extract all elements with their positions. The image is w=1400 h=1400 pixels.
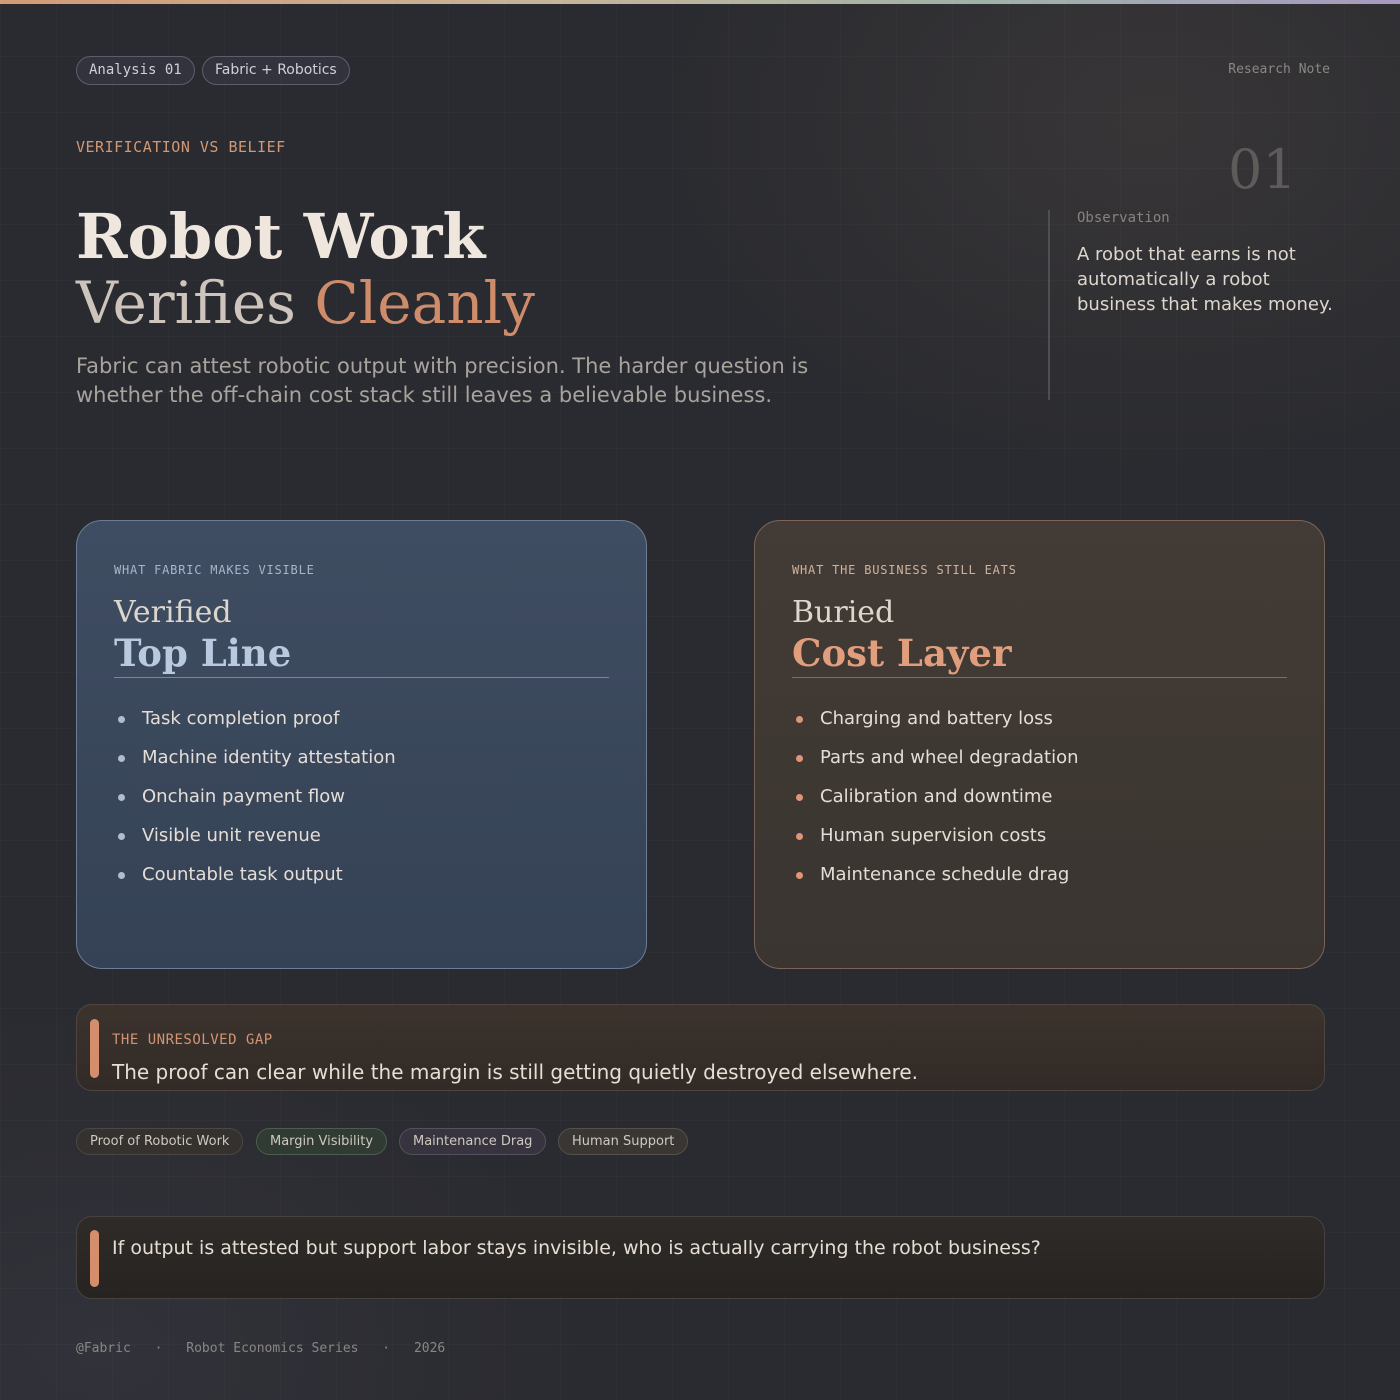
bullet-dot-icon <box>118 755 125 762</box>
pill-topic: Fabric + Robotics <box>202 56 350 85</box>
section-eyebrow: VERIFICATION VS BELIEF <box>76 138 286 156</box>
tag-proof-of-robotic-work: Proof of Robotic Work <box>76 1128 244 1155</box>
card-eyebrow: WHAT THE BUSINESS STILL EATS <box>792 563 1017 577</box>
research-note-label: Research Note <box>1228 62 1330 77</box>
observation-panel: Observation A robot that earns is not au… <box>1048 210 1338 400</box>
footer-year: 2026 <box>413 1341 446 1356</box>
card-heading-light: Buried <box>792 595 895 630</box>
card-heading-bold: Cost Layer <box>792 631 1287 678</box>
footer-separator: · <box>382 1341 391 1356</box>
tag-margin-visibility: Margin Visibility <box>256 1128 388 1155</box>
observation-text: A robot that earns is not automatically … <box>1077 244 1333 315</box>
list-item: Human supervision costs <box>792 825 1287 864</box>
card-verified-top-line: WHAT FABRIC MAKES VISIBLE Verified Top L… <box>76 520 647 969</box>
observation-label: Observation <box>1077 210 1170 226</box>
list-item: Calibration and downtime <box>792 786 1287 825</box>
list-item: Visible unit revenue <box>114 825 609 864</box>
tag-human-support: Human Support <box>558 1128 689 1155</box>
list-item: Charging and battery loss <box>792 708 1287 747</box>
list-item: Maintenance schedule drag <box>792 864 1287 903</box>
top-gradient-bar <box>0 0 1400 4</box>
bullet-dot-icon <box>118 872 125 879</box>
card-list: Charging and battery loss Parts and whee… <box>792 708 1287 903</box>
bullet-dot-icon <box>118 716 125 723</box>
footer: @Fabric · Robot Economics Series · 2026 <box>76 1341 461 1356</box>
pill-analysis: Analysis 01 <box>76 56 195 85</box>
question-text: If output is attested but support labor … <box>112 1237 1041 1259</box>
card-list: Task completion proof Machine identity a… <box>114 708 609 903</box>
unresolved-gap-callout: THE UNRESOLVED GAP The proof can clear w… <box>76 1004 1325 1091</box>
callout-accent-bar <box>90 1019 99 1078</box>
footer-series: Robot Economics Series <box>186 1341 359 1356</box>
bullet-dot-icon <box>796 716 803 723</box>
list-item: Onchain payment flow <box>114 786 609 825</box>
card-heading-light: Verified <box>114 595 232 630</box>
list-item: Countable task output <box>114 864 609 903</box>
page-title-line1: Robot Work <box>76 200 486 273</box>
callout-text: The proof can clear while the margin is … <box>112 1060 919 1084</box>
card-buried-cost-layer: WHAT THE BUSINESS STILL EATS Buried Cost… <box>754 520 1325 969</box>
callout-label: THE UNRESOLVED GAP <box>112 1032 273 1048</box>
question-callout: If output is attested but support labor … <box>76 1216 1325 1299</box>
title-plain-word: Verifies <box>76 269 296 337</box>
bullet-dot-icon <box>796 833 803 840</box>
callout-accent-bar <box>90 1230 99 1287</box>
tag-maintenance-drag: Maintenance Drag <box>399 1128 547 1155</box>
list-item: Machine identity attestation <box>114 747 609 786</box>
card-eyebrow: WHAT FABRIC MAKES VISIBLE <box>114 563 315 577</box>
section-number: 01 <box>1228 138 1297 201</box>
footer-separator: · <box>154 1341 163 1356</box>
page-title-line2: Verifies Cleanly <box>76 268 535 338</box>
list-item: Parts and wheel degradation <box>792 747 1287 786</box>
card-heading-bold: Top Line <box>114 631 609 678</box>
bullet-dot-icon <box>796 794 803 801</box>
page-subtitle: Fabric can attest robotic output with pr… <box>76 354 809 407</box>
bullet-dot-icon <box>796 755 803 762</box>
footer-handle: @Fabric <box>76 1341 131 1356</box>
bullet-dot-icon <box>118 794 125 801</box>
bullet-dot-icon <box>118 833 125 840</box>
list-item: Task completion proof <box>114 708 609 747</box>
bullet-dot-icon <box>796 872 803 879</box>
title-accent-word: Cleanly <box>314 269 535 337</box>
